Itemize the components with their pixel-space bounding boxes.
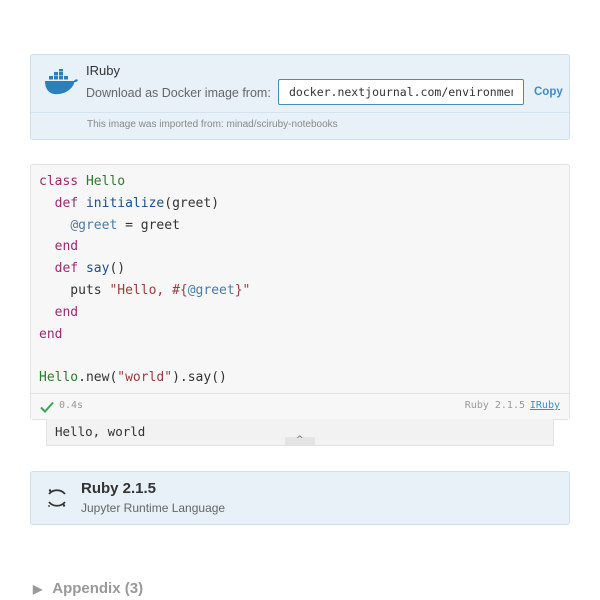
check-icon — [40, 401, 54, 413]
cell-footer: 0.4s Ruby 2.1.5 IRuby — [31, 393, 569, 419]
import-note: This image was imported from: minad/scir… — [87, 119, 338, 130]
code-line: end — [54, 239, 79, 255]
collapse-output-button[interactable]: ^ — [285, 435, 315, 445]
docker-url-field[interactable] — [278, 79, 524, 105]
environment-card: IRuby Download as Docker image from: Cop… — [30, 54, 570, 140]
cell-output: Hello, world ^ — [46, 419, 554, 446]
code-line: end — [39, 326, 63, 342]
runtime-name: Ruby 2.1.5 — [81, 480, 157, 497]
code-line: Hello.new("world").say() — [39, 370, 227, 386]
run-duration: 0.4s — [59, 400, 84, 411]
jupyter-icon — [48, 489, 66, 507]
divider — [31, 112, 569, 113]
download-label: Download as Docker image from: — [86, 86, 271, 100]
docker-icon — [45, 69, 78, 95]
code-line: def say() — [54, 261, 126, 277]
code-line: class Hello — [39, 174, 126, 189]
code-cell[interactable]: class Hello def initialize(greet) @greet… — [30, 164, 570, 420]
runtime-version: Ruby 2.1.5 — [464, 400, 525, 411]
copy-button[interactable]: Copy — [534, 86, 563, 98]
output-text: Hello, world — [55, 424, 146, 439]
runtime-subtitle: Jupyter Runtime Language — [81, 501, 226, 515]
code-line: @greet = greet — [70, 217, 180, 233]
chevron-up-icon: ^ — [296, 435, 304, 445]
code-line: puts "Hello, #{@greet}" — [39, 282, 251, 298]
code-editor[interactable]: class Hello def initialize(greet) @greet… — [39, 171, 250, 389]
runtime-card[interactable]: Ruby 2.1.5 Jupyter Runtime Language — [30, 471, 570, 525]
environment-title: IRuby — [86, 63, 120, 78]
runtime-link[interactable]: IRuby — [530, 400, 560, 411]
code-line: def initialize(greet) — [54, 195, 220, 211]
appendix-label: Appendix (3) — [52, 580, 144, 597]
triangle-right-icon: ▶ — [33, 582, 43, 596]
code-line: end — [54, 304, 79, 320]
appendix-toggle[interactable]: ▶ Appendix (3) — [33, 580, 143, 597]
